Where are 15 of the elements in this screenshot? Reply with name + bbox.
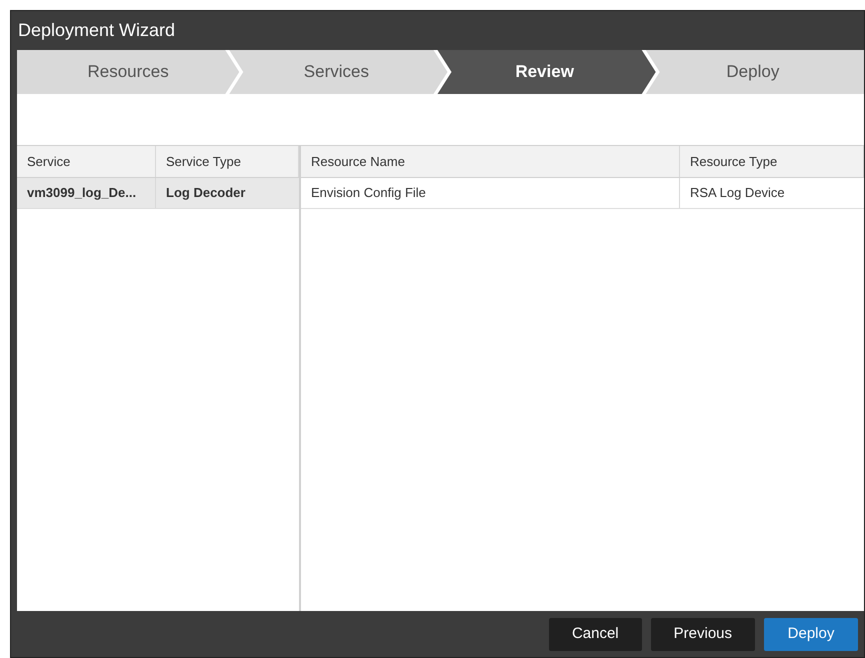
table-cell: vm3099_log_De... — [17, 178, 156, 208]
table-cell: Envision Config File — [301, 178, 680, 208]
table-cell-text: Log Decoder — [165, 184, 246, 202]
secondary-button[interactable]: Previous — [650, 618, 755, 650]
primary-button[interactable]: Deploy — [764, 618, 858, 650]
secondary-button[interactable]: Cancel — [548, 618, 642, 650]
column-header[interactable]: Service — [17, 146, 156, 177]
column-header[interactable]: Service Type — [156, 146, 299, 177]
wizard-step[interactable]: Resources — [17, 50, 240, 94]
table-row[interactable]: Envision Config File RSA Log Device — [301, 178, 864, 209]
table-cell-text: RSA Log Device — [689, 184, 786, 202]
table-row[interactable]: vm3099_log_De... Log Decoder — [17, 178, 299, 209]
column-header[interactable]: Resource Name — [301, 146, 680, 177]
window-title: Deployment Wizard — [17, 19, 176, 42]
column-header[interactable]: Resource Type — [680, 146, 864, 177]
